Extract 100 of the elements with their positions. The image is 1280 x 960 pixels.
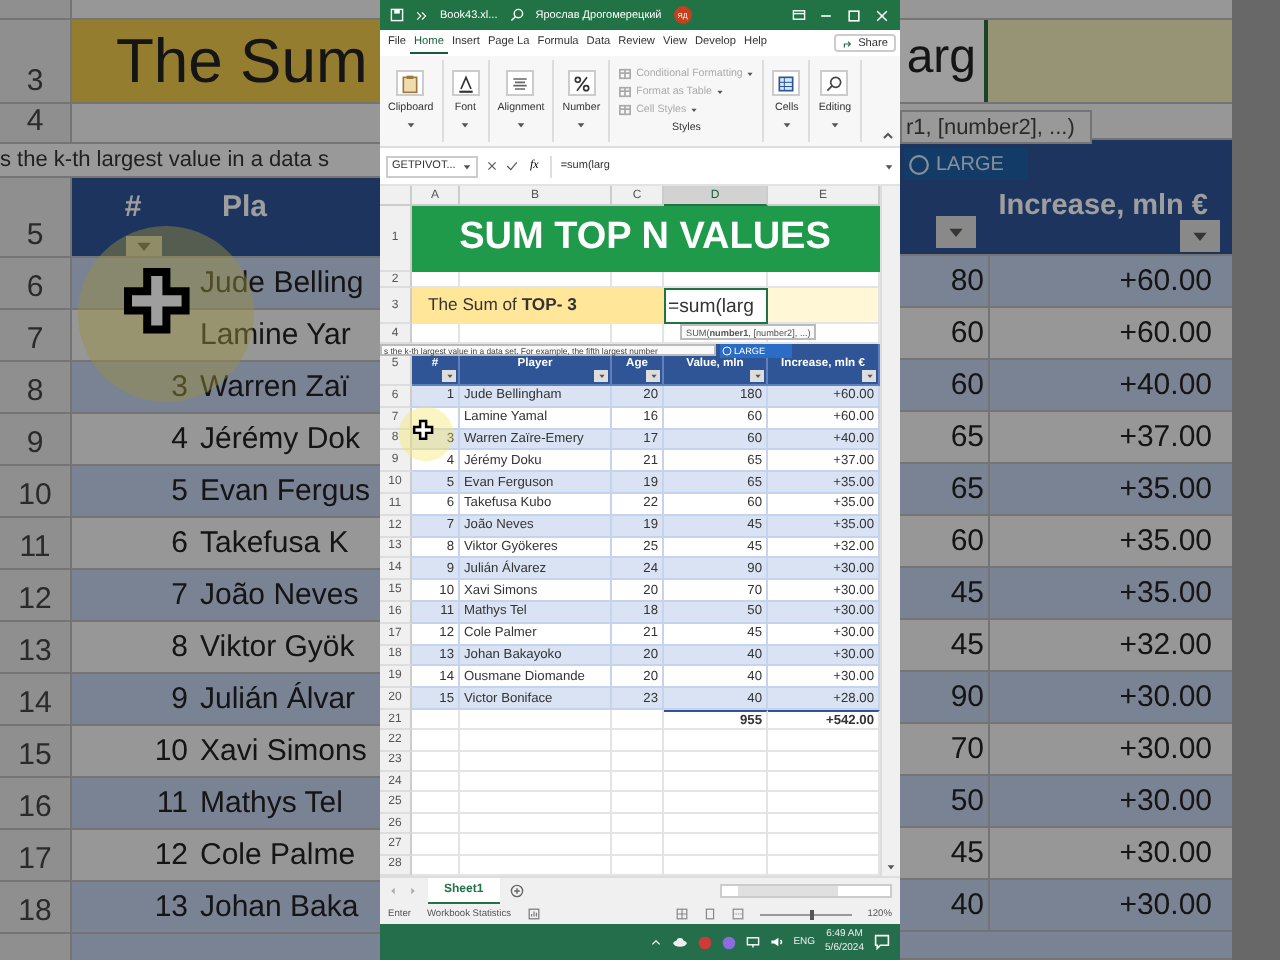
empty-cell [612,792,664,814]
caret-icon[interactable] [515,120,526,130]
function-icon [722,346,732,356]
empty-cell [612,772,664,793]
tooltip-text: s the k-th largest value in a data s [0,144,380,178]
table-cell: +60.00 [988,256,1232,306]
cloud-icon[interactable] [671,936,688,948]
ribbon-display-icon[interactable] [792,8,806,22]
row-header[interactable]: 3 [0,20,72,102]
cell-input[interactable]: =sum(larg [664,288,768,324]
network-icon[interactable] [745,936,760,948]
row-header[interactable]: 6 [0,258,72,308]
table-cell: 7 [72,570,194,620]
row-header[interactable]: 16 [0,778,72,828]
table-cell: Warren Zaï [194,362,380,412]
row-header[interactable]: 11 [0,518,72,568]
search-icon[interactable] [509,8,524,22]
caret-icon [753,372,761,380]
ribbon-button[interactable] [567,70,596,96]
filter-button[interactable] [862,370,876,382]
autocomplete-item[interactable]: LARGE [904,148,1028,180]
row-header[interactable]: 18 [0,882,72,932]
empty-cell [664,834,768,856]
ribbon-button[interactable] [772,70,801,96]
empty-cell [768,288,880,324]
filter-button[interactable] [1180,220,1220,252]
cancel-icon[interactable] [486,160,498,172]
table-cell: Julián Álvar [194,674,380,724]
row-header[interactable]: 17 [0,830,72,880]
table-icon [618,67,633,79]
collapse-icon[interactable] [882,130,894,142]
row-header[interactable]: 10 [0,466,72,516]
page-break-icon[interactable] [731,908,744,920]
caret-icon[interactable] [829,120,840,130]
scrollbar[interactable] [1232,0,1280,960]
percent-icon [571,73,592,93]
chevron-up-icon[interactable] [649,936,662,948]
close-icon[interactable] [874,7,890,23]
empty-cell [664,792,768,814]
row-header[interactable]: 15 [0,726,72,776]
row-header[interactable]: 14 [0,674,72,724]
filter-button[interactable] [594,370,608,382]
table-cell: 9 [72,674,194,724]
caret-icon[interactable] [886,862,896,872]
table-cell: João Neves [194,570,380,620]
row-header[interactable]: 13 [0,622,72,672]
empty-cell [664,730,768,752]
table-cell: +35.00 [988,516,1232,566]
ribbon-button[interactable] [451,70,480,96]
ribbon-button[interactable] [820,70,849,96]
table-cell: 40 [900,880,988,930]
table-cell: 3 [72,362,194,412]
caret-icon [649,372,657,380]
filter-button[interactable] [646,370,660,382]
row-header[interactable]: 7 [0,310,72,360]
table-cell: 50 [900,776,988,826]
table-cell: Jude Belling [194,258,380,308]
maximize-icon[interactable] [846,7,862,23]
alignment-icon [510,73,531,93]
page-layout-icon[interactable] [703,908,716,920]
table-cell: +35.00 [988,464,1232,514]
statistics-icon[interactable] [527,908,539,920]
table-cell: 5 [72,466,194,516]
notification-icon[interactable] [874,934,890,950]
table-icon [618,85,633,97]
row-header[interactable]: 4 [0,104,72,142]
row-header[interactable]: 8 [0,362,72,412]
filter-button[interactable] [442,370,456,382]
speaker-icon[interactable] [769,936,784,948]
caret-icon[interactable] [576,120,587,130]
table-cell: 65 [900,412,988,462]
table-cell: +30.00 [988,776,1232,826]
table-cell: +30.00 [988,724,1232,774]
row-header[interactable]: 9 [0,414,72,464]
table-cell: +37.00 [988,412,1232,462]
empty-cell [664,772,768,793]
grid-icon [776,73,797,93]
caret-icon[interactable] [781,120,792,130]
add-sheet-icon[interactable] [509,884,524,898]
caret-icon[interactable] [405,120,416,130]
scrollbar[interactable] [880,186,900,876]
function-icon [908,153,930,175]
more-icon[interactable] [416,9,428,21]
ribbon-button[interactable] [506,70,535,96]
save-icon[interactable] [390,8,404,22]
table-cell: +35.00 [988,568,1232,618]
table-cell: Mathys Tel [194,778,380,828]
enter-icon[interactable] [506,160,518,172]
table-cell: 13 [72,882,194,932]
table-cell: 4 [72,414,194,464]
row-header[interactable]: 5 [0,178,72,256]
scrollbar[interactable] [720,884,892,898]
filter-button[interactable] [936,216,976,248]
row-header[interactable]: 12 [0,570,72,620]
caret-icon[interactable] [884,161,894,171]
filter-button[interactable] [750,370,764,382]
caret-icon[interactable] [460,120,471,130]
normal-view-icon[interactable] [675,908,688,920]
table-cell: 10 [72,726,194,776]
empty-cell [664,813,768,835]
